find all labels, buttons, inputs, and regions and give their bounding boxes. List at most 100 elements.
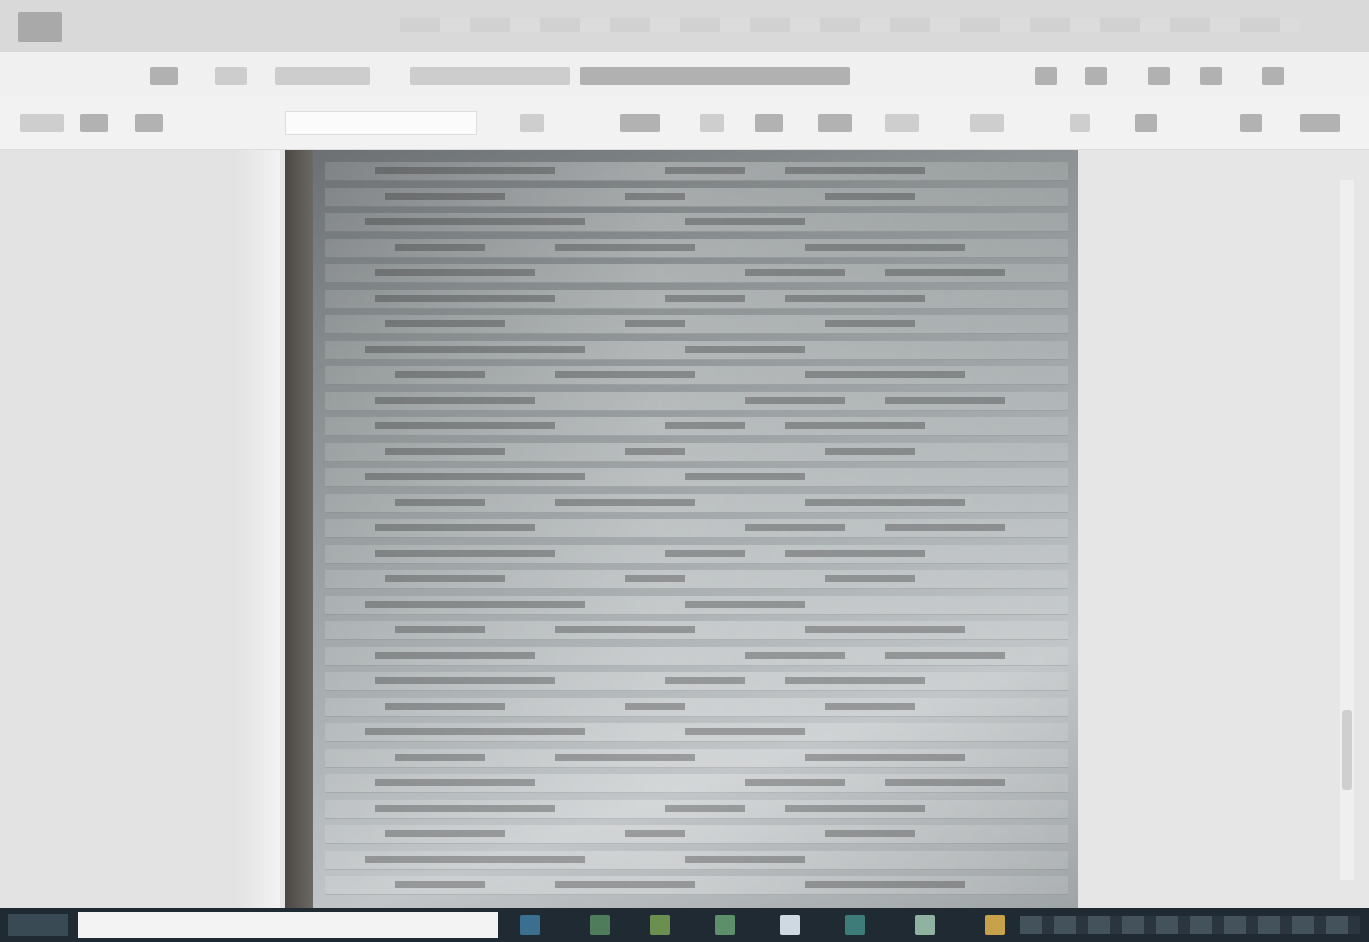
scrollbar-thumb[interactable] xyxy=(1342,710,1352,790)
document-row-text xyxy=(805,881,965,888)
document-row xyxy=(325,442,1068,462)
document-row xyxy=(325,825,1068,844)
toolbar-button[interactable] xyxy=(885,114,919,132)
search-input[interactable] xyxy=(285,111,477,135)
document-row-text xyxy=(825,575,915,582)
system-tray[interactable] xyxy=(1020,916,1360,934)
toolbar-button[interactable] xyxy=(1262,67,1284,85)
document-row-text xyxy=(375,422,555,429)
taskbar-search-input[interactable] xyxy=(78,912,498,938)
page-binding-edge xyxy=(285,150,313,908)
app-icon[interactable] xyxy=(18,12,62,42)
toolbar-button[interactable] xyxy=(1135,114,1157,132)
toolbar-button[interactable] xyxy=(818,114,852,132)
document-row xyxy=(325,774,1068,793)
toolbar-button[interactable] xyxy=(135,114,163,132)
toolbar-button[interactable] xyxy=(1035,67,1057,85)
taskbar-app-icon[interactable] xyxy=(985,915,1005,935)
toolbar-button[interactable] xyxy=(970,114,1004,132)
document-row-text xyxy=(665,422,745,429)
toolbar-button[interactable] xyxy=(580,67,850,85)
document-row-text xyxy=(805,371,965,378)
document-row-text xyxy=(745,269,845,276)
document-row-text xyxy=(555,243,695,251)
window-titlebar xyxy=(0,0,1369,53)
toolbar-button[interactable] xyxy=(620,114,660,132)
toolbar-button[interactable] xyxy=(215,67,247,85)
taskbar-app-icon[interactable] xyxy=(780,915,800,935)
document-row xyxy=(325,723,1068,742)
document-row-text xyxy=(825,320,915,327)
document-row-text xyxy=(375,651,535,659)
document-row-text xyxy=(745,779,845,786)
document-row-text xyxy=(625,830,685,837)
document-row-text xyxy=(395,371,485,378)
document-row-text xyxy=(685,473,805,480)
document-row xyxy=(325,391,1068,411)
document-viewer xyxy=(0,150,1369,908)
taskbar-app-icon[interactable] xyxy=(845,915,865,935)
toolbar-button[interactable] xyxy=(20,114,64,132)
taskbar-app-icon[interactable] xyxy=(650,915,670,935)
document-row-text xyxy=(555,626,695,633)
document-row xyxy=(325,876,1068,895)
document-row xyxy=(325,289,1068,309)
document-row-text xyxy=(785,804,925,812)
start-icon[interactable] xyxy=(8,914,68,936)
document-toolbar xyxy=(0,97,1369,150)
document-row xyxy=(325,544,1068,564)
document-row-text xyxy=(805,753,965,761)
taskbar-app-icon[interactable] xyxy=(915,915,935,935)
document-row-text xyxy=(385,320,505,327)
document-row xyxy=(325,468,1068,487)
vertical-scrollbar[interactable] xyxy=(1340,180,1354,880)
menu-toolbar xyxy=(0,52,1369,98)
document-row-text xyxy=(365,218,585,225)
document-row-text xyxy=(825,702,915,710)
document-row xyxy=(325,315,1068,334)
toolbar-button[interactable] xyxy=(1200,67,1222,85)
taskbar-app-icon[interactable] xyxy=(590,915,610,935)
taskbar-app-icon[interactable] xyxy=(715,915,735,935)
toolbar-button[interactable] xyxy=(150,67,178,85)
document-row-text xyxy=(685,218,805,225)
document-row xyxy=(325,340,1068,360)
toolbar-button[interactable] xyxy=(410,67,570,85)
taskbar-app-icon[interactable] xyxy=(520,915,540,935)
document-row-text xyxy=(625,702,685,710)
document-row-text xyxy=(785,422,925,429)
toolbar-button[interactable] xyxy=(275,67,370,85)
document-row xyxy=(325,621,1068,640)
toolbar-button[interactable] xyxy=(1240,114,1262,132)
document-row xyxy=(325,697,1068,717)
document-row-text xyxy=(375,549,555,557)
document-row-text xyxy=(665,549,745,557)
toolbar-button[interactable] xyxy=(1070,114,1090,132)
document-row-text xyxy=(395,753,485,761)
document-row xyxy=(325,187,1068,207)
document-row-text xyxy=(375,396,535,404)
document-row-text xyxy=(785,677,925,684)
document-row xyxy=(325,213,1068,232)
document-row-text xyxy=(665,677,745,684)
document-row xyxy=(325,646,1068,666)
document-row-text xyxy=(385,192,505,200)
toolbar-button[interactable] xyxy=(755,114,783,132)
toolbar-button[interactable] xyxy=(1085,67,1107,85)
toolbar-button[interactable] xyxy=(80,114,108,132)
document-row-text xyxy=(395,498,485,506)
document-row-text xyxy=(375,804,555,812)
toolbar-button[interactable] xyxy=(1148,67,1170,85)
document-row-text xyxy=(825,447,915,455)
toolbar-button[interactable] xyxy=(520,114,544,132)
document-row-text xyxy=(375,269,535,276)
document-row-text xyxy=(685,345,805,353)
document-row-text xyxy=(685,855,805,863)
document-row-text xyxy=(625,192,685,200)
document-row-text xyxy=(785,549,925,557)
document-row xyxy=(325,417,1068,436)
toolbar-button[interactable] xyxy=(700,114,724,132)
document-row-text xyxy=(885,524,1005,531)
toolbar-button[interactable] xyxy=(1300,114,1340,132)
scanned-document-page[interactable] xyxy=(285,150,1078,908)
